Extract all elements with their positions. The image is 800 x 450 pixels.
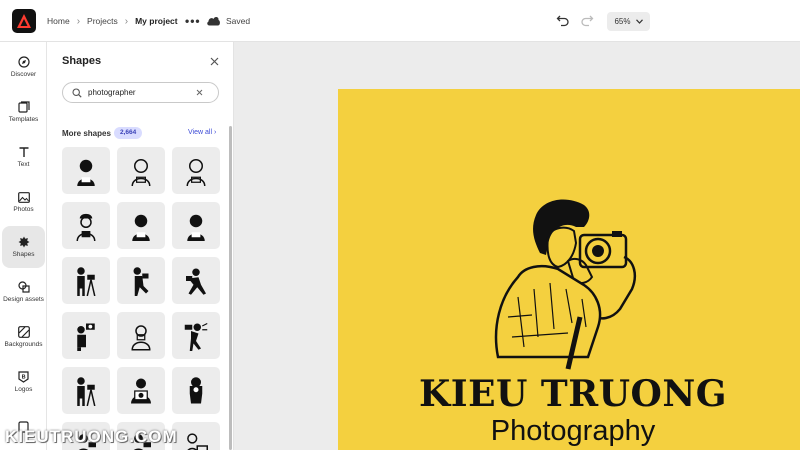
photographer-illustration[interactable] — [488, 197, 668, 377]
photographer-kneeling-icon — [133, 266, 149, 296]
close-icon[interactable] — [210, 57, 219, 66]
photographer-crouching-icon — [186, 268, 206, 295]
left-rail: Discover Templates Text Photos Shapes De… — [0, 42, 47, 450]
photographer-woman-outline-icon — [131, 158, 151, 186]
cloud-icon — [207, 17, 220, 26]
image-icon — [17, 191, 30, 203]
brand-subtitle[interactable]: Photography — [338, 415, 800, 448]
templates-icon — [17, 101, 30, 113]
rail-item-templates[interactable]: Templates — [2, 91, 45, 133]
shape-thumbnail[interactable] — [62, 367, 110, 414]
rail-item-shapes[interactable]: Shapes — [2, 226, 45, 268]
photographer-woman-icon — [132, 214, 150, 241]
shape-thumbnail[interactable] — [172, 422, 220, 450]
photographer-woman-icon — [187, 214, 205, 241]
shape-thumbnail[interactable] — [117, 257, 165, 304]
shape-thumbnail[interactable] — [172, 367, 220, 414]
chevron-down-icon — [635, 19, 643, 24]
photographer-tripod-icon — [77, 376, 96, 406]
canvas-area: KIEU TRUONG Photography — [234, 43, 800, 450]
rail-label: Backgrounds — [4, 341, 43, 348]
backgrounds-icon — [17, 326, 30, 338]
rail-label: Text — [17, 161, 30, 168]
photographer-front-icon — [131, 378, 151, 403]
rail-item-backgrounds[interactable]: Backgrounds — [2, 316, 45, 358]
design-assets-icon — [17, 281, 30, 293]
watermark: KIEUTRUONG.COM — [5, 427, 178, 446]
photographer-camera-icon — [77, 323, 95, 351]
result-count-badge: 2,664 — [114, 127, 143, 139]
breadcrumb-home[interactable]: Home — [47, 16, 70, 26]
clear-search-icon[interactable] — [196, 89, 203, 96]
photographer-man-icon — [76, 213, 96, 241]
shape-thumbnail[interactable] — [62, 257, 110, 304]
shape-thumbnail[interactable] — [62, 202, 110, 249]
zoom-dropdown[interactable]: 65% — [607, 12, 650, 31]
rail-label: Logos — [14, 386, 33, 393]
rail-label: Shapes — [12, 251, 35, 258]
search-box — [62, 82, 219, 103]
chevron-right-icon: › — [76, 15, 81, 27]
rail-item-design-assets[interactable]: Design assets — [2, 271, 45, 313]
shape-thumbnail[interactable] — [117, 367, 165, 414]
shapes-icon — [18, 236, 29, 248]
brand-title[interactable]: KIEU TRUONG — [338, 373, 800, 415]
photographer-woman-icon — [77, 159, 95, 186]
logo-icon — [17, 14, 31, 28]
rail-label: Templates — [8, 116, 39, 123]
scrollbar-thumb[interactable] — [229, 126, 232, 450]
shape-thumbnail[interactable] — [117, 312, 165, 359]
rail-item-discover[interactable]: Discover — [2, 46, 45, 88]
search-icon — [72, 87, 82, 98]
shape-thumbnail[interactable] — [172, 147, 220, 194]
breadcrumb-projects[interactable]: Projects — [87, 16, 118, 26]
rail-item-text[interactable]: Text — [2, 136, 45, 178]
shape-thumbnail[interactable] — [117, 147, 165, 194]
rail-label: Photos — [13, 205, 34, 213]
shape-thumbnail[interactable] — [172, 312, 220, 359]
breadcrumb-current[interactable]: My project — [135, 16, 178, 26]
chevron-right-icon: › — [124, 15, 129, 27]
compass-icon — [17, 56, 30, 68]
photographer-desk-icon — [187, 432, 208, 450]
text-icon — [19, 147, 28, 157]
breadcrumb: Home › Projects › My project — [47, 0, 178, 42]
photographer-woman-outline-icon — [186, 158, 206, 186]
section-title: More shapes — [62, 129, 111, 138]
zoom-value: 65% — [614, 17, 631, 26]
photographer-tripod-icon — [77, 266, 96, 296]
save-status: Saved — [226, 16, 251, 26]
logo-icon: B — [18, 371, 29, 383]
svg-text:B: B — [22, 375, 26, 381]
app-logo[interactable] — [12, 9, 36, 33]
panel-title: Shapes — [62, 55, 102, 67]
shape-thumbnail[interactable] — [117, 202, 165, 249]
photographer-back-icon — [189, 376, 203, 403]
rail-item-logos[interactable]: B Logos — [2, 361, 45, 403]
top-bar: Home › Projects › My project ••• Saved 6… — [0, 0, 800, 42]
photographer-outline-icon — [131, 324, 151, 350]
shape-thumbnail[interactable] — [172, 257, 220, 304]
more-options-button[interactable]: ••• — [185, 14, 201, 28]
view-all-link[interactable]: View all › — [188, 129, 216, 136]
undo-icon[interactable] — [556, 13, 570, 27]
rail-label: Design assets — [3, 296, 44, 303]
rail-item-photos[interactable]: Photos — [2, 181, 45, 223]
shape-thumbnail[interactable] — [62, 312, 110, 359]
shape-thumbnail[interactable] — [172, 202, 220, 249]
search-input[interactable] — [88, 88, 192, 97]
rail-label: Discover — [10, 71, 37, 78]
artboard[interactable]: KIEU TRUONG Photography — [338, 89, 800, 450]
shape-thumbnail[interactable] — [62, 147, 110, 194]
shapes-panel: Shapes More shapes 2,664 View all › — [47, 42, 234, 450]
photographer-action-icon — [184, 322, 208, 351]
redo-icon[interactable] — [580, 13, 594, 27]
